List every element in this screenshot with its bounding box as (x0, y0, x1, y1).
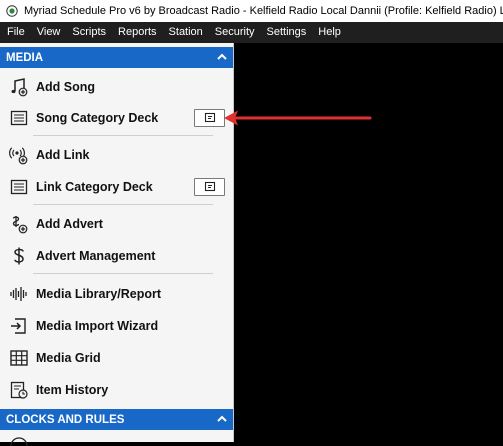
menu-scripts[interactable]: Scripts (66, 22, 112, 43)
section-title-clocks-and-rules: CLOCKS AND RULES (6, 413, 125, 426)
deck-icon (204, 112, 215, 123)
menu-reports[interactable]: Reports (112, 22, 163, 43)
list-icon (10, 110, 28, 126)
sidebar-item-media-library-report[interactable]: Media Library/Report (0, 280, 233, 308)
waveform-icon (10, 287, 27, 301)
menu-file[interactable]: File (0, 22, 31, 43)
sidebar-item-advert-management[interactable]: Advert Management (0, 242, 233, 270)
sidebar-item-label: Add Song (36, 80, 96, 94)
sidebar: MEDIA Add Song Song Category Deck Add Li… (0, 43, 234, 442)
music-note-plus-icon (11, 78, 28, 97)
list-icon (10, 179, 28, 195)
sidebar-item-media-import-wizard[interactable]: Media Import Wizard (0, 312, 233, 340)
link-category-deck-button[interactable] (194, 178, 225, 196)
clock-icon (10, 437, 28, 446)
chevron-up-icon[interactable] (215, 50, 229, 64)
advert-plus-icon (12, 216, 28, 234)
sidebar-item-label: Advert Management (36, 249, 156, 263)
sidebar-item-label: Link Category Deck (36, 180, 153, 194)
import-icon (11, 318, 26, 334)
window-title: Myriad Schedule Pro v6 by Broadcast Radi… (24, 5, 503, 17)
window-titlebar: Myriad Schedule Pro v6 by Broadcast Radi… (0, 0, 503, 22)
menu-station[interactable]: Station (163, 22, 209, 43)
sidebar-item-label: Add Advert (36, 217, 103, 231)
deck-icon (204, 181, 215, 192)
song-category-deck-button[interactable] (194, 109, 225, 127)
sidebar-item-label: Media Grid (36, 351, 101, 365)
sidebar-item-label: Add Link (36, 148, 90, 162)
sidebar-item-add-advert[interactable]: Add Advert (0, 210, 233, 238)
sidebar-item-label: Media Import Wizard (36, 319, 159, 333)
history-icon (10, 381, 28, 399)
sidebar-item-label: Media Library/Report (36, 287, 162, 301)
broadcast-plus-icon (9, 147, 28, 165)
section-header-clocks-and-rules[interactable]: CLOCKS AND RULES (0, 409, 233, 430)
myriad-icon (6, 5, 18, 17)
section-title-media: MEDIA (6, 51, 44, 64)
menu-view[interactable]: View (31, 22, 67, 43)
section-header-media[interactable]: MEDIA (0, 47, 233, 68)
menu-security[interactable]: Security (209, 22, 261, 43)
sidebar-item-song-category-deck[interactable]: Song Category Deck (0, 104, 233, 132)
sidebar-item-add-link[interactable]: Add Link (0, 141, 233, 169)
divider (33, 204, 213, 205)
menu-settings[interactable]: Settings (261, 22, 313, 43)
menu-help[interactable]: Help (312, 22, 347, 43)
sidebar-item-label: Item History (36, 383, 109, 397)
divider (33, 135, 213, 136)
dollar-icon (14, 247, 24, 265)
sidebar-item-media-grid[interactable]: Media Grid (0, 344, 233, 372)
grid-icon (10, 350, 28, 366)
sidebar-item-item-history[interactable]: Item History (0, 376, 233, 404)
main-content-area (235, 43, 503, 442)
chevron-up-icon[interactable] (215, 412, 229, 426)
sidebar-item-link-category-deck[interactable]: Link Category Deck (0, 173, 233, 201)
menu-bar: File View Scripts Reports Station Securi… (0, 22, 503, 43)
sidebar-item-add-song[interactable]: Add Song (0, 73, 233, 101)
divider (33, 273, 213, 274)
sidebar-item-label: Song Category Deck (36, 111, 159, 125)
